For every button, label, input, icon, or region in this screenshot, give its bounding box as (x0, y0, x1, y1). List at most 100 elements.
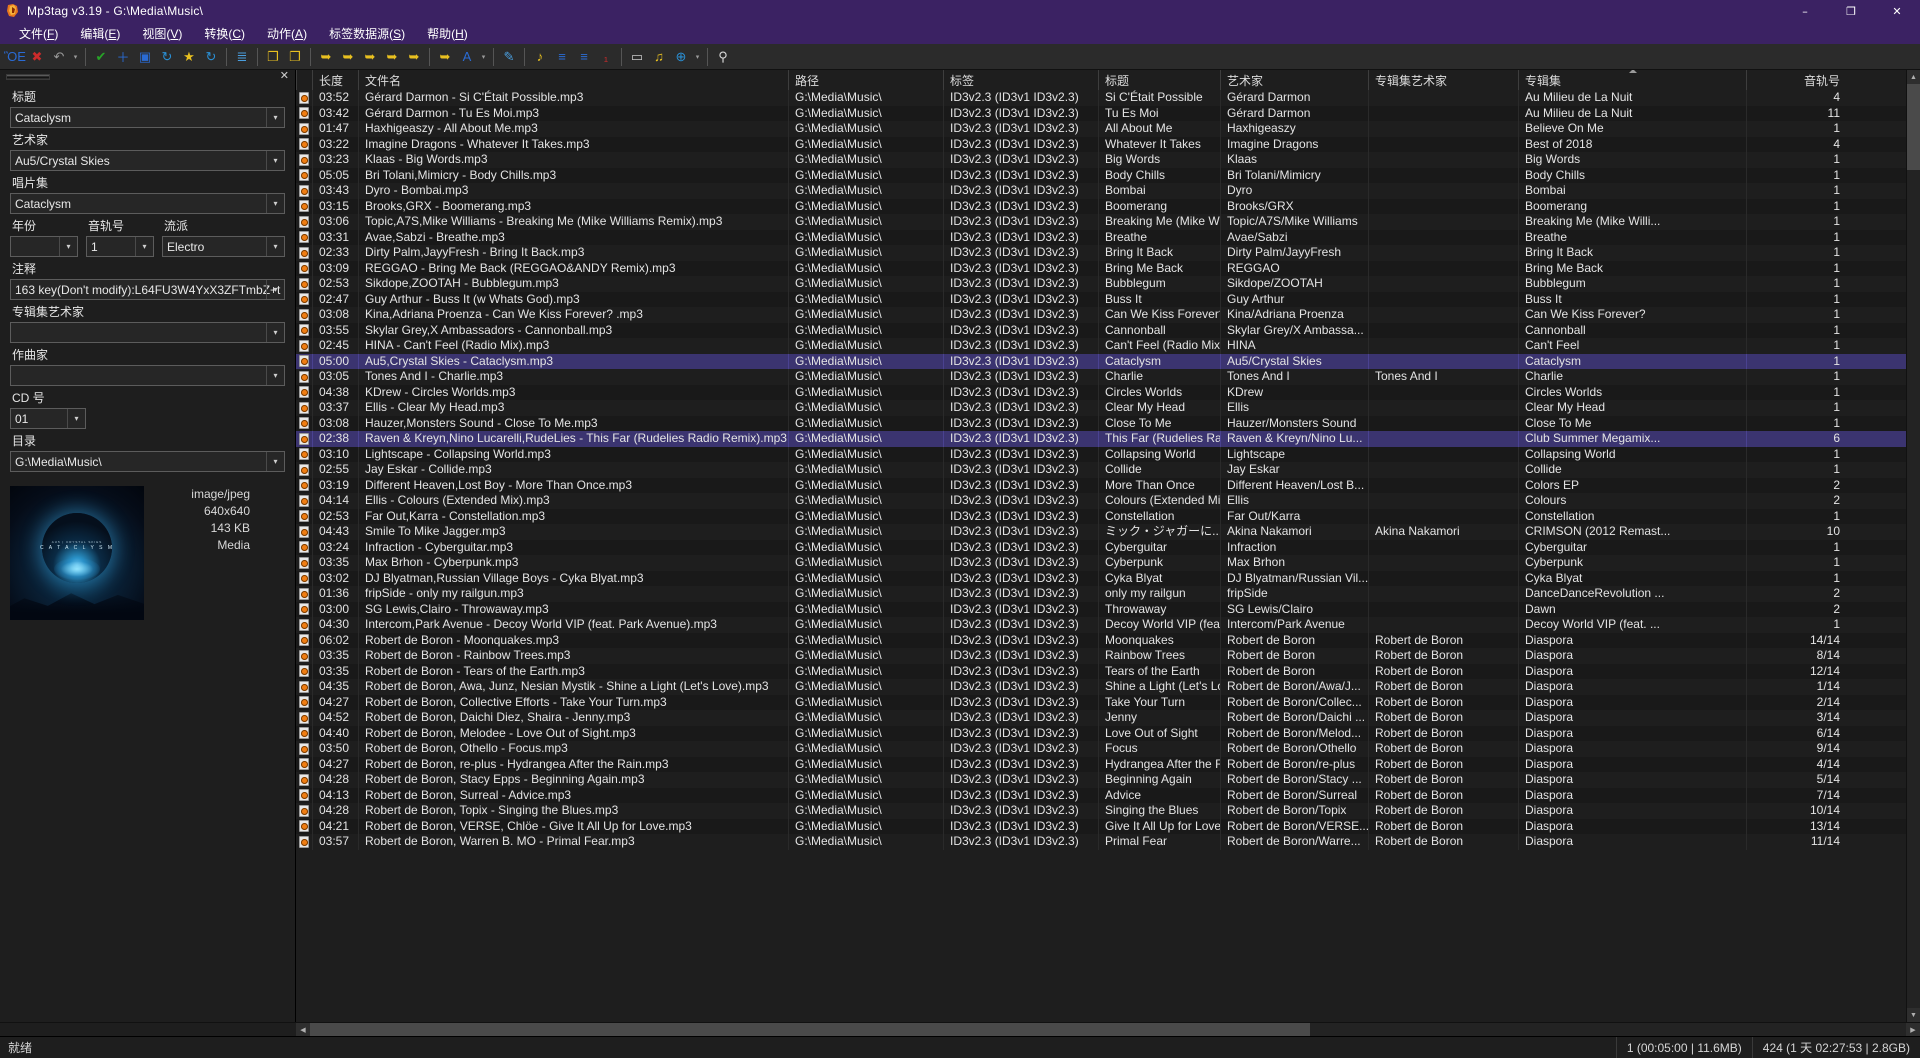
horizontal-scroll-track[interactable] (310, 1023, 1906, 1036)
chevron-down-icon[interactable]: ▾ (266, 108, 284, 127)
file-list-body[interactable]: 03:52 Gérard Darmon - Si C'Était Possible… (296, 90, 1906, 1022)
table-row[interactable]: 06:02 Robert de Boron - Moonquakes.mp3 G:\… (296, 632, 1906, 648)
column-header-aartist[interactable]: 专辑集艺术家 (1368, 70, 1518, 90)
horizontal-scroll-thumb[interactable] (310, 1023, 1310, 1036)
table-row[interactable]: 03:23 Klaas - Big Words.mp3 G:\Media\Music… (296, 152, 1906, 168)
menu-item-6[interactable]: 帮助(H) (416, 23, 479, 44)
tag-panel-drag-handle[interactable] (6, 74, 50, 80)
table-row[interactable]: 03:10 Lightscape - Collapsing World.mp3 G:… (296, 446, 1906, 462)
column-header-artist[interactable]: 艺术家 (1220, 70, 1368, 90)
table-row[interactable]: 05:00 Au5,Crystal Skies - Cataclysm.mp3 G:… (296, 353, 1906, 369)
table-row[interactable]: 01:36 fripSide - only my railgun.mp3 G:\Me… (296, 586, 1906, 602)
table-row[interactable]: 03:50 Robert de Boron, Othello - Focus.mp… (296, 741, 1906, 757)
paste-tag-icon[interactable]: ❐ (284, 46, 306, 68)
menu-item-3[interactable]: 转换(C) (193, 23, 256, 44)
chevron-down-icon[interactable]: ▾ (266, 237, 284, 256)
table-row[interactable]: 04:27 Robert de Boron, Collective Efforts… (296, 694, 1906, 710)
filter-icon[interactable]: ≣ (231, 46, 253, 68)
table-row[interactable]: 04:38 KDrew - Circles Worlds.mp3 G:\Media\… (296, 384, 1906, 400)
field-artist-input[interactable]: Au5/Crystal Skies ▾ (10, 150, 285, 171)
table-row[interactable]: 01:47 Haxhigeaszy - All About Me.mp3 G:\Me… (296, 121, 1906, 137)
column-header-len[interactable]: 长度 (312, 70, 358, 90)
field-album-artist-input[interactable]: ▾ (10, 322, 285, 343)
chevron-down-icon[interactable]: ▾ (67, 409, 85, 428)
chevron-down-icon[interactable]: ▾ (135, 237, 153, 256)
field-composer-input[interactable]: ▾ (10, 365, 285, 386)
table-row[interactable]: 03:08 Kina,Adriana Proenza - Can We Kiss … (296, 307, 1906, 323)
table-row[interactable]: 03:55 Skylar Grey,X Ambassadors - Cannonb… (296, 322, 1906, 338)
table-row[interactable]: 03:06 Topic,A7S,Mike Williams - Breaking … (296, 214, 1906, 230)
vertical-scrollbar[interactable]: ▲ ▼ (1906, 70, 1920, 1022)
field-comment-input[interactable]: 163 key(Don't modify):L64FU3W4YxX3ZFTmbZ… (10, 279, 285, 300)
column-header-path[interactable]: 路径 (788, 70, 943, 90)
field-track-input[interactable]: 1 ▾ (86, 236, 154, 257)
add-files-icon[interactable]: ＋ (112, 46, 134, 68)
table-row[interactable]: 04:27 Robert de Boron, re-plus - Hydrange… (296, 756, 1906, 772)
scroll-left-icon[interactable]: ◀ (296, 1023, 310, 1036)
quick-actions-icon[interactable]: A (456, 46, 478, 68)
table-row[interactable]: 03:35 Max Brhon - Cyberpunk.mp3 G:\Media\M… (296, 555, 1906, 571)
table-row[interactable]: 03:05 Tones And I - Charlie.mp3 G:\Media\M… (296, 369, 1906, 385)
menu-item-1[interactable]: 编辑(E) (69, 23, 131, 44)
table-row[interactable]: 03:15 Brooks,GRX - Boomerang.mp3 G:\Media\… (296, 198, 1906, 214)
remove-tag-icon[interactable]: ✖ (26, 46, 48, 68)
scroll-up-icon[interactable]: ▲ (1907, 70, 1920, 84)
filename-to-tag-icon[interactable]: ➥ (337, 46, 359, 68)
field-title-input[interactable]: Cataclysm ▾ (10, 107, 285, 128)
scroll-down-icon[interactable]: ▼ (1907, 1008, 1920, 1022)
menu-item-5[interactable]: 标签数据源(S) (318, 23, 416, 44)
table-row[interactable]: 03:22 Imagine Dragons - Whatever It Takes… (296, 136, 1906, 152)
table-row[interactable]: 02:47 Guy Arthur - Buss It (w Whats God).… (296, 291, 1906, 307)
table-row[interactable]: 03:57 Robert de Boron, Warren B. MO - Pri… (296, 834, 1906, 850)
table-row[interactable]: 02:33 Dirty Palm,JayyFresh - Bring It Bac… (296, 245, 1906, 261)
column-header-icon[interactable] (296, 70, 312, 90)
table-row[interactable]: 03:43 Dyro - Bombai.mp3 G:\Media\Music\ ID3… (296, 183, 1906, 199)
field-directory-input[interactable]: G:\Media\Music\ ▾ (10, 451, 285, 472)
table-row[interactable]: 03:09 REGGAO - Bring Me Back (REGGAO&ANDY… (296, 260, 1906, 276)
field-disc-input[interactable]: 01 ▾ (10, 408, 86, 429)
table-row[interactable]: 03:52 Gérard Darmon - Si C'Était Possible… (296, 90, 1906, 106)
web-source-icon[interactable]: ⊕ (670, 46, 692, 68)
tag-to-tag-icon[interactable]: ➥ (403, 46, 425, 68)
vertical-scroll-thumb[interactable] (1907, 84, 1920, 170)
playlist-icon[interactable]: ♪ (529, 46, 551, 68)
table-row[interactable]: 03:02 DJ Blyatman,Russian Village Boys - … (296, 570, 1906, 586)
table-row[interactable]: 04:40 Robert de Boron, Melodee - Love Out… (296, 725, 1906, 741)
table-row[interactable]: 04:28 Robert de Boron, Stacy Epps - Begin… (296, 772, 1906, 788)
add-folder-icon[interactable]: ▣ (134, 46, 156, 68)
table-row[interactable]: 04:43 Smile To Mike Jagger.mp3 G:\Media\Mu… (296, 524, 1906, 540)
table-row[interactable]: 02:55 Jay Eskar - Collide.mp3 G:\Media\Mus… (296, 462, 1906, 478)
table-row[interactable]: 03:19 Different Heaven,Lost Boy - More Th… (296, 477, 1906, 493)
chevron-down-icon[interactable]: ▾ (266, 194, 284, 213)
add-directory-icon[interactable]: ✔ (90, 46, 112, 68)
column-header-tag[interactable]: 标签 (943, 70, 1098, 90)
chevron-down-icon[interactable]: ▾ (266, 151, 284, 170)
close-button[interactable]: ✕ (1874, 0, 1920, 22)
search-icon[interactable]: ⚲ (712, 46, 734, 68)
menu-item-2[interactable]: 视图(V) (131, 23, 193, 44)
actions-dropdown-icon[interactable]: ▾ (478, 46, 489, 68)
table-row[interactable]: 03:35 Robert de Boron - Tears of the Eart… (296, 663, 1906, 679)
minimize-button[interactable]: – (1782, 0, 1828, 22)
auto-numbering-icon[interactable]: ≡ (551, 46, 573, 68)
table-row[interactable]: 02:53 Far Out,Karra - Constellation.mp3 G:… (296, 508, 1906, 524)
vertical-scroll-track[interactable] (1907, 170, 1920, 1008)
table-row[interactable]: 02:38 Raven & Kreyn,Nino Lucarelli,RudeLi… (296, 431, 1906, 447)
table-row[interactable]: 04:21 Robert de Boron, VERSE, Chlöe - Giv… (296, 818, 1906, 834)
filename-to-filename-icon[interactable]: ➥ (359, 46, 381, 68)
cover-art-icon[interactable]: ▭ (626, 46, 648, 68)
table-row[interactable]: 04:28 Robert de Boron, Topix - Singing th… (296, 803, 1906, 819)
text-file-to-tag-icon[interactable]: ➥ (381, 46, 403, 68)
column-header-file[interactable]: 文件名 (358, 70, 788, 90)
table-row[interactable]: 02:45 HINA - Can't Feel (Radio Mix).mp3 G:… (296, 338, 1906, 354)
tag-panel-icon[interactable]: ≡ (573, 46, 595, 68)
copy-tag-icon[interactable]: ❐ (262, 46, 284, 68)
chevron-down-icon[interactable]: ▾ (59, 237, 77, 256)
table-row[interactable]: 02:53 Sikdope,ZOOTAH - Bubblegum.mp3 G:\Me… (296, 276, 1906, 292)
web-dropdown-icon[interactable]: ▾ (692, 46, 703, 68)
table-row[interactable]: 03:42 Gérard Darmon - Tu Es Moi.mp3 G:\Med… (296, 105, 1906, 121)
menu-item-4[interactable]: 动作(A) (256, 23, 318, 44)
table-row[interactable]: 04:14 Ellis - Colours (Extended Mix).mp3 G… (296, 493, 1906, 509)
save-icon[interactable]: ὋE (4, 46, 26, 68)
number-icon[interactable]: ₁ (595, 46, 617, 68)
